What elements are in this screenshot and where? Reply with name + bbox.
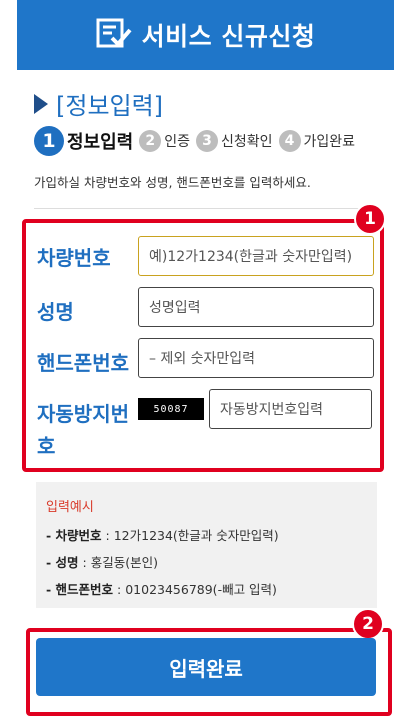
step-2: 2 인증 [139,130,190,152]
car-number-input[interactable]: 예)12가1234(한글과 숫자만입력) [138,236,374,276]
name-input[interactable]: 성명입력 [138,287,374,327]
phone-label: 핸드폰번호 [37,351,129,375]
example-value: : 12가1234(한글과 숫자만입력) [101,528,279,543]
step-label: 가입완료 [303,134,356,150]
triangle-bullet-icon [34,93,48,114]
section-title: [정보입력] [34,86,163,121]
app-header: 서비스 신규신청 [17,0,394,70]
example-key: - 차량번호 [46,528,102,543]
example-title: 입력예시 [46,500,94,515]
submit-button[interactable]: 입력완료 [36,638,376,696]
input-example-box: 입력예시 - 차량번호 : 12가1234(한글과 숫자만입력) - 성명 : … [36,482,377,608]
captcha-input[interactable]: 자동방지번호입력 [209,389,372,429]
annotation-badge-1: 1 [354,203,386,235]
name-label: 성명 [37,300,74,324]
step-4: 4 가입완료 [278,130,356,152]
example-key: - 핸드폰번호 [46,582,114,597]
example-line: - 핸드폰번호 : 01023456789(-빼고 입력) [46,579,367,598]
captcha-label: 자동방지번호 [37,402,129,458]
divider [34,208,378,209]
form-check-icon [96,18,132,52]
step-1: 1 정보입력 [34,126,133,156]
example-value: : 01023456789(-빼고 입력) [113,582,277,597]
example-value: : 홍길동(본인) [78,555,158,570]
example-line: - 차량번호 : 12가1234(한글과 숫자만입력) [46,525,367,544]
phone-input[interactable]: – 제외 숫자만입력 [138,338,374,378]
step-number: 3 [196,130,219,152]
annotation-badge-2: 2 [352,608,384,640]
step-3: 3 신청확인 [196,130,273,152]
step-label: 인증 [164,134,191,150]
step-number: 1 [34,126,64,156]
example-key: - 성명 [46,555,79,570]
step-label: 신청확인 [221,134,273,150]
section-title-text: [정보입력] [56,92,164,120]
form-description: 가입하실 차량번호와 성명, 핸드폰번호를 입력하세요. [34,175,311,190]
step-label: 정보입력 [67,132,134,153]
step-number: 2 [139,130,162,152]
step-number: 4 [278,130,301,152]
page-title: 서비스 신규신청 [141,22,316,51]
step-indicator: 1 정보입력 2 인증 3 신청확인 4 가입완료 [34,126,361,156]
example-line: - 성명 : 홍길동(본인) [46,552,367,571]
car-number-label: 차량번호 [37,246,111,270]
captcha-image: 50087 [138,398,204,420]
